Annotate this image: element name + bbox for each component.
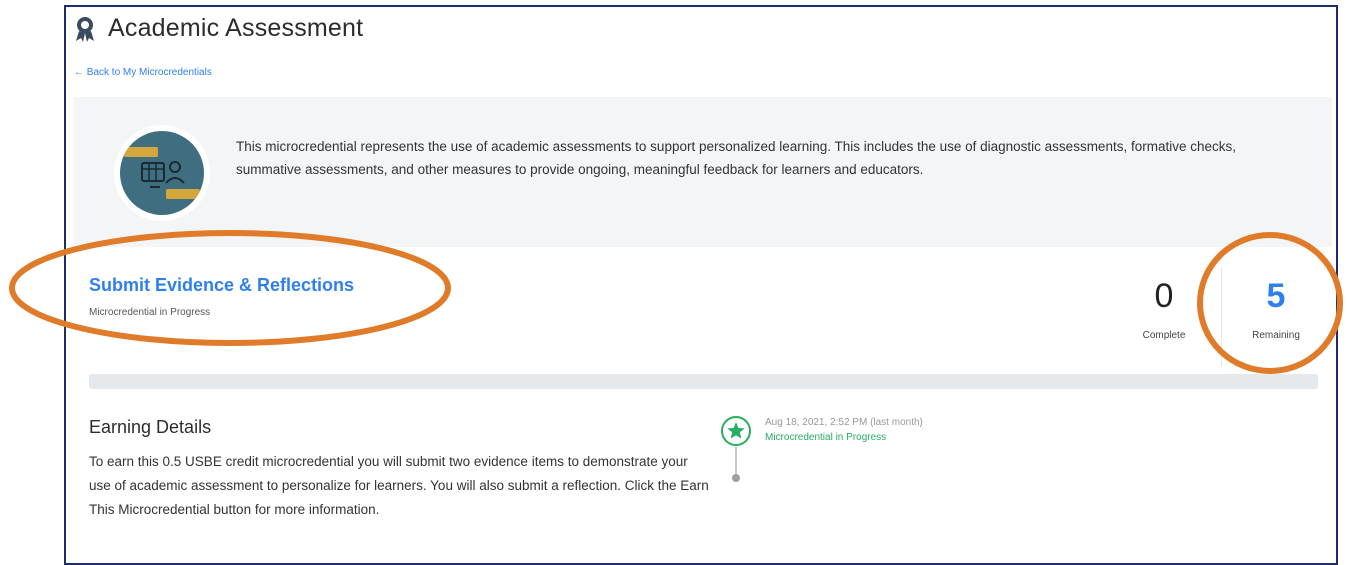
star-icon xyxy=(721,416,751,446)
earning-details-text: To earn this 0.5 USBE credit microcreden… xyxy=(89,454,709,517)
page-header: Academic Assessment xyxy=(74,14,363,43)
remaining-stat: 5 Remaining xyxy=(1236,276,1316,341)
stat-divider xyxy=(1221,268,1222,366)
timeline-status: Microcredential in Progress xyxy=(765,432,887,443)
back-to-microcredentials-link[interactable]: ← Back to My Microcredentials xyxy=(74,67,212,78)
remaining-label: Remaining xyxy=(1252,330,1300,341)
award-ribbon-icon xyxy=(76,16,94,42)
timeline-date: Aug 18, 2021, 2:52 PM (last month) xyxy=(765,417,923,428)
page-title: Academic Assessment xyxy=(108,14,364,42)
complete-count: 0 xyxy=(1154,277,1174,315)
remaining-count: 5 xyxy=(1266,277,1286,315)
microcredential-badge-icon xyxy=(114,125,210,221)
timeline-dot xyxy=(732,474,740,482)
complete-label: Complete xyxy=(1142,330,1186,341)
timeline-connector xyxy=(735,447,737,475)
earning-details-heading: Earning Details xyxy=(89,417,212,437)
submit-evidence-link[interactable]: Submit Evidence & Reflections xyxy=(89,275,354,296)
progress-status-text: Microcredential in Progress xyxy=(89,307,211,318)
microcredential-description: This microcredential represents the use … xyxy=(236,139,1236,177)
complete-stat: 0 Complete xyxy=(1132,276,1196,341)
progress-bar xyxy=(89,374,1318,389)
